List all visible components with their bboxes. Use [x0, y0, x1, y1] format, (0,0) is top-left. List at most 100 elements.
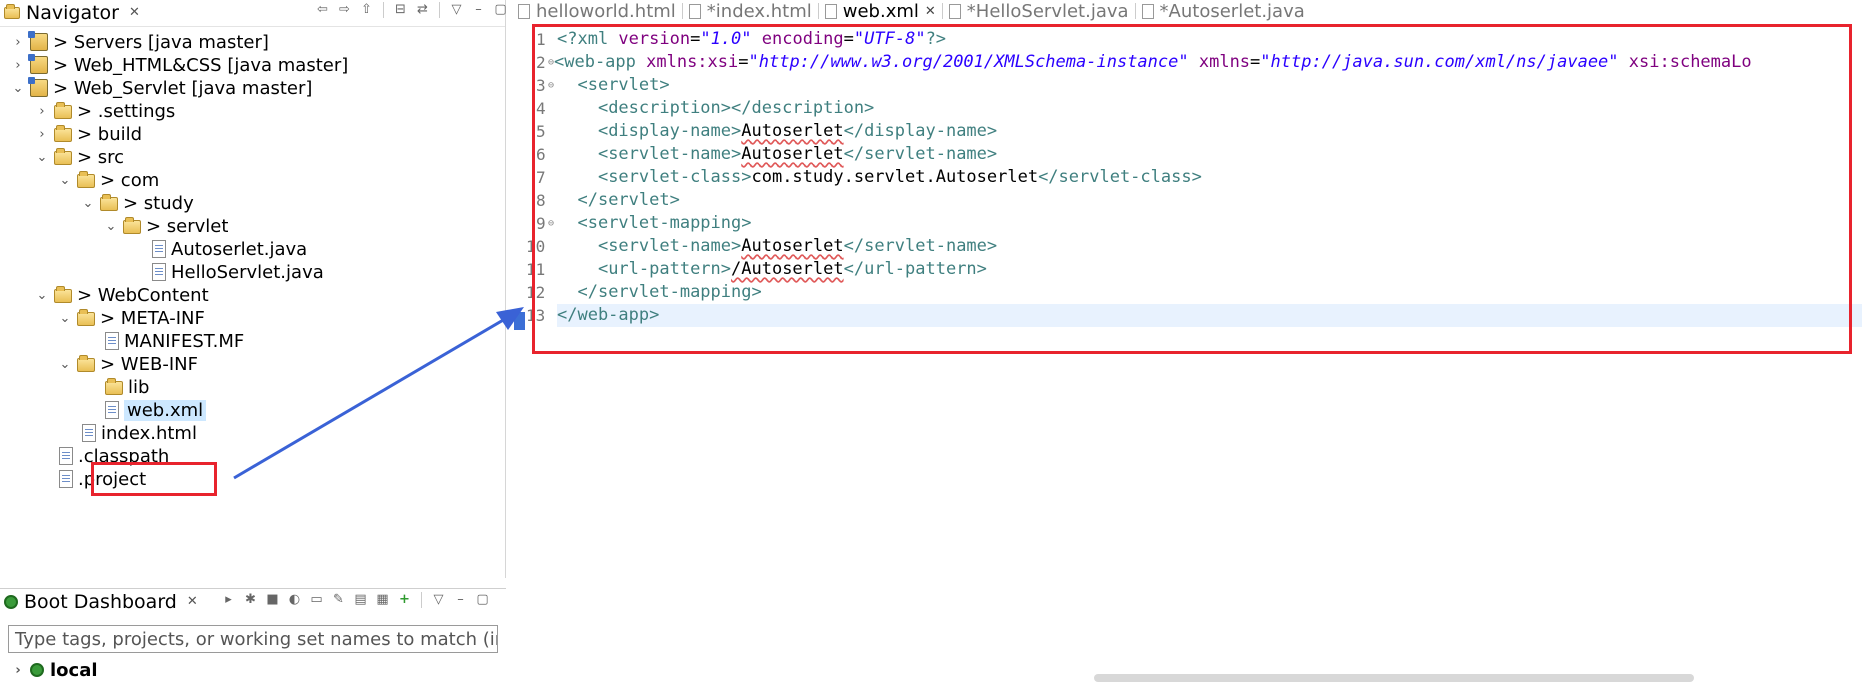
editor-tabs: helloworld.html *index.html web.xml ✕ *H… — [512, 0, 1862, 22]
selection-highlight-box — [91, 462, 217, 496]
back-icon[interactable]: ⇦ — [314, 1, 331, 18]
folder-icon — [123, 217, 141, 234]
tree-item-label: > Servers [java master] — [53, 31, 269, 53]
up-icon[interactable]: ⇧ — [358, 1, 375, 18]
tree-item-study[interactable]: ⌄ > study — [80, 191, 194, 215]
chevron-right-icon[interactable]: › — [34, 104, 50, 119]
stop-icon[interactable]: ■ — [264, 591, 281, 608]
view-menu-icon[interactable]: ▽ — [430, 591, 447, 608]
chevron-right-icon[interactable]: › — [10, 35, 26, 50]
navigator-title: Navigator — [26, 1, 119, 24]
boot-dashboard-panel: Boot Dashboard ✕ ▸ ✱ ■ ◐ ▭ ✎ ▤ ▦ + ▽ – ▢… — [0, 588, 506, 682]
project-icon — [28, 77, 48, 97]
close-icon[interactable]: ✕ — [187, 594, 198, 609]
tab-helloservlet-java[interactable]: *HelloServlet.java — [943, 0, 1135, 22]
tree-item-meta-inf[interactable]: ⌄ > META-INF — [57, 306, 205, 330]
chevron-right-icon[interactable]: › — [10, 58, 26, 73]
chevron-down-icon[interactable]: ⌄ — [103, 219, 119, 234]
navigator-icon — [4, 3, 20, 19]
chevron-right-icon[interactable]: › — [10, 663, 26, 678]
boot-dashboard-title: Boot Dashboard — [24, 590, 177, 613]
tree-item-local[interactable]: › local — [10, 659, 97, 681]
tree-item-label: > study — [123, 192, 194, 214]
tree-item-label: HelloServlet.java — [171, 261, 324, 283]
open-browser-icon[interactable]: ◐ — [286, 591, 303, 608]
tab-web-xml[interactable]: web.xml ✕ — [818, 0, 942, 22]
folder-icon — [77, 309, 95, 326]
properties-icon[interactable]: ▤ — [352, 591, 369, 608]
filter-icon[interactable]: ▦ — [374, 591, 391, 608]
folder-icon — [54, 148, 72, 165]
tree-item-label: > Web_HTML&CSS [java master] — [53, 54, 349, 76]
tree-item-build[interactable]: › > build — [34, 122, 142, 146]
file-icon — [59, 447, 73, 465]
tree-item-servers[interactable]: › > Servers [java master] — [10, 30, 269, 54]
local-status-icon — [30, 663, 44, 677]
navigator-toolbar: ⇦ ⇨ ⇧ ⊟ ⇄ ▽ – ▢ — [314, 1, 509, 18]
tree-item-web-xml[interactable]: web.xml — [101, 398, 207, 422]
maximize-icon[interactable]: ▢ — [474, 591, 491, 608]
debug-icon[interactable]: ✱ — [242, 591, 259, 608]
chevron-down-icon[interactable]: ⌄ — [57, 311, 73, 326]
tree-item-web-servlet[interactable]: ⌄ > Web_Servlet [java master] — [10, 76, 312, 100]
tree-item-webcontent[interactable]: ⌄ > WebContent — [34, 283, 209, 307]
tree-item-index-html[interactable]: index.html — [78, 421, 197, 445]
maximize-icon[interactable]: ▢ — [492, 1, 509, 18]
console-icon[interactable]: ▭ — [308, 591, 325, 608]
boot-dashboard-tab[interactable]: Boot Dashboard ✕ — [0, 589, 206, 615]
chevron-right-icon[interactable]: › — [34, 127, 50, 142]
chevron-down-icon[interactable]: ⌄ — [80, 196, 96, 211]
java-file-icon — [948, 3, 961, 19]
java-file-icon — [152, 240, 166, 258]
tree-item-src[interactable]: ⌄ > src — [34, 145, 125, 169]
tab-helloworld-html[interactable]: helloworld.html — [512, 0, 682, 22]
start-icon[interactable]: ▸ — [220, 591, 237, 608]
link-editor-icon[interactable]: ⇄ — [414, 1, 431, 18]
toolbar-separator — [383, 1, 384, 18]
tab-index-html[interactable]: *index.html — [683, 0, 818, 22]
tree-item-com[interactable]: ⌄ > com — [57, 168, 160, 192]
close-icon[interactable]: ✕ — [129, 5, 140, 20]
edit-icon[interactable]: ✎ — [330, 591, 347, 608]
chevron-down-icon[interactable]: ⌄ — [10, 81, 26, 96]
chevron-down-icon[interactable]: ⌄ — [34, 288, 50, 303]
project-icon — [28, 31, 48, 51]
horizontal-scrollbar[interactable] — [1094, 674, 1694, 682]
minimize-icon[interactable]: – — [452, 591, 469, 608]
tree-item-helloservlet-java[interactable]: HelloServlet.java — [148, 260, 324, 284]
toolbar-separator — [439, 1, 440, 18]
tree-item-settings[interactable]: › > .settings — [34, 99, 175, 123]
minimize-icon[interactable]: – — [470, 1, 487, 18]
tree-item-autoserlet-java[interactable]: Autoserlet.java — [148, 237, 307, 261]
view-menu-icon[interactable]: ▽ — [448, 1, 465, 18]
boot-dashboard-icon — [4, 594, 18, 609]
tree-item-web-html-css[interactable]: › > Web_HTML&CSS [java master] — [10, 53, 348, 77]
tree-item-manifest[interactable]: MANIFEST.MF — [101, 329, 244, 353]
add-icon[interactable]: + — [396, 591, 413, 608]
tree-item-label: > META-INF — [100, 307, 205, 329]
tree-item-servlet[interactable]: ⌄ > servlet — [103, 214, 229, 238]
tree-item-lib[interactable]: lib — [101, 375, 149, 399]
navigator-tab[interactable]: Navigator ✕ — [0, 0, 148, 26]
tab-label: helloworld.html — [536, 0, 676, 22]
folder-icon — [54, 125, 72, 142]
filter-input[interactable]: Type tags, projects, or working set name… — [8, 625, 498, 653]
collapse-all-icon[interactable]: ⊟ — [392, 1, 409, 18]
folder-icon — [77, 355, 95, 372]
tree-item-label: > com — [100, 169, 160, 191]
chevron-down-icon[interactable]: ⌄ — [34, 150, 50, 165]
folder-icon — [54, 102, 72, 119]
chevron-down-icon[interactable]: ⌄ — [57, 357, 73, 372]
close-icon[interactable]: ✕ — [925, 4, 936, 19]
tree-item-web-inf[interactable]: ⌄ > WEB-INF — [57, 352, 198, 376]
tab-autoserlet-java[interactable]: *Autoserlet.java — [1136, 0, 1311, 22]
folder-icon — [100, 194, 118, 211]
forward-icon[interactable]: ⇨ — [336, 1, 353, 18]
chevron-down-icon[interactable]: ⌄ — [57, 173, 73, 188]
java-file-icon — [152, 263, 166, 281]
tab-label: *index.html — [706, 0, 812, 22]
project-icon — [28, 54, 48, 74]
tree-item-label: > Web_Servlet [java master] — [53, 77, 313, 99]
code-highlight-box — [532, 24, 1852, 354]
bookmark-marker-icon — [514, 312, 525, 330]
